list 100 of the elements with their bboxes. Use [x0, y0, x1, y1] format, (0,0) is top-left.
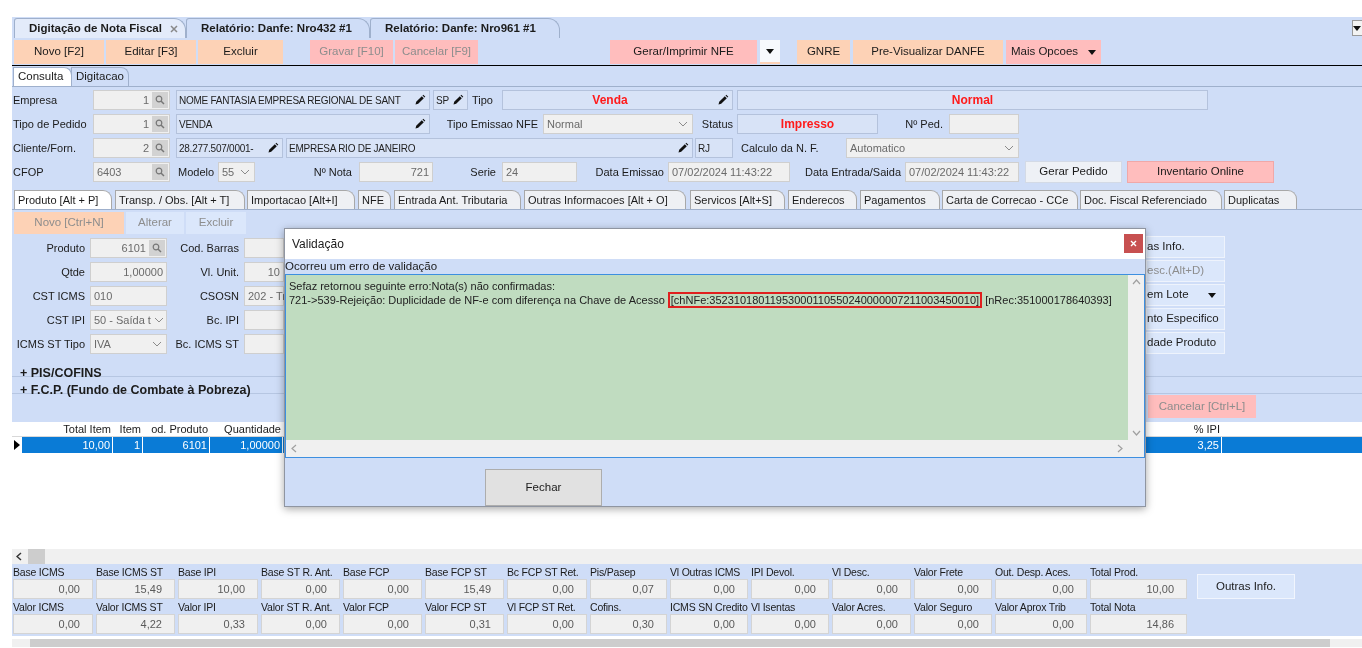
- column-header: od. Produto: [150, 422, 209, 436]
- value-field[interactable]: 0,00: [13, 579, 93, 599]
- close-button[interactable]: [1124, 234, 1143, 254]
- field-label: IPI Devol.: [751, 565, 795, 579]
- value-field[interactable]: 0,00: [343, 614, 422, 634]
- text-field[interactable]: 28.277.507/0001-: [176, 138, 283, 158]
- field-label: CST ICMS: [31, 289, 86, 304]
- pencil-icon: [452, 94, 464, 106]
- table-cell: 1,00000: [210, 437, 283, 453]
- item-tab[interactable]: Carta de Correcao - CCe: [942, 190, 1078, 209]
- value-field[interactable]: 0,00: [832, 614, 911, 634]
- fechar-button[interactable]: Fechar: [485, 469, 602, 506]
- item-tab[interactable]: Outras Informacoes [Alt + O]: [524, 190, 686, 209]
- item-tab[interactable]: NFE: [358, 190, 391, 209]
- value-field[interactable]: 0,00: [13, 614, 93, 634]
- field-label: Total Prod.: [1090, 565, 1138, 579]
- table-cell: 1: [113, 437, 143, 453]
- field-label: CSOSN: [198, 289, 240, 304]
- text-field[interactable]: VENDA: [176, 114, 430, 134]
- field-label: CFOP: [13, 165, 45, 180]
- field-label: Nº Ped.: [904, 117, 944, 132]
- value-field[interactable]: 0,00: [832, 579, 911, 599]
- value-field[interactable]: 0,33: [178, 614, 258, 634]
- field-label: ICMS SN Credito: [670, 600, 748, 614]
- text-field[interactable]: SP: [433, 90, 468, 110]
- toolbar-button[interactable]: Novo [F2]: [14, 40, 104, 64]
- dialog-heading: Ocorreu um erro de validação: [285, 259, 438, 273]
- item-tab[interactable]: Produto [Alt + P]: [14, 190, 112, 209]
- outras-info-button[interactable]: Outras Info.: [1197, 574, 1295, 599]
- value-field[interactable]: 0,30: [590, 614, 667, 634]
- dropdown-button[interactable]: [760, 40, 780, 64]
- value-field[interactable]: 10,00: [1090, 579, 1187, 599]
- field-label: Vl Isentas: [751, 600, 796, 614]
- value-field[interactable]: 0,00: [670, 614, 748, 634]
- value-field[interactable]: 15,49: [96, 579, 175, 599]
- document-tab[interactable]: Digitação de Nota Fiscal: [14, 18, 186, 38]
- search-icon: [152, 243, 162, 253]
- value-field[interactable]: 0,00: [670, 579, 748, 599]
- tab-list-button[interactable]: [1352, 20, 1362, 36]
- value-field[interactable]: 0,00: [507, 579, 587, 599]
- message-box[interactable]: [285, 273, 1145, 459]
- view-tab[interactable]: Consulta: [13, 67, 72, 86]
- value-field[interactable]: 4,22: [96, 614, 175, 634]
- horizontal-scrollbar[interactable]: [12, 549, 1362, 564]
- toolbar-button[interactable]: Pre-Visualizar DANFE: [853, 40, 1003, 64]
- value-field[interactable]: 0,00: [261, 579, 340, 599]
- column-header: Total Item: [62, 422, 112, 436]
- value-field[interactable]: 0,00: [261, 614, 340, 634]
- item-tab[interactable]: Doc. Fiscal Referenciado: [1080, 190, 1222, 209]
- section-header[interactable]: + F.C.P. (Fundo de Combate à Pobreza): [20, 383, 251, 397]
- field-label: Empresa: [13, 93, 59, 108]
- value-field[interactable]: 0,00: [995, 614, 1087, 634]
- value-field[interactable]: 14,86: [1090, 614, 1187, 634]
- item-tab[interactable]: Entrada Ant. Tributaria: [394, 190, 521, 209]
- chevron-down-icon: [1004, 145, 1014, 151]
- chevron-right-icon: [1117, 444, 1123, 454]
- field-label: Valor IPI: [178, 600, 216, 614]
- value-field[interactable]: 0,00: [343, 579, 422, 599]
- value-field[interactable]: 10,00: [178, 579, 258, 599]
- value-field[interactable]: 0,00: [995, 579, 1087, 599]
- toolbar-button[interactable]: Mais Opcoes: [1006, 40, 1101, 64]
- side-button[interactable]: nto Especifico: [1146, 308, 1225, 330]
- action-button[interactable]: Inventario Online: [1127, 160, 1274, 183]
- value-field[interactable]: 15,49: [425, 579, 504, 599]
- value-field[interactable]: 0,00: [507, 614, 587, 634]
- pencil-icon: [267, 142, 279, 154]
- column-header: Quantidade: [223, 422, 282, 436]
- text-field[interactable]: NOME FANTASIA EMPRESA REGIONAL DE SANT: [176, 90, 430, 110]
- side-button[interactable]: dade Produto: [1146, 332, 1225, 354]
- item-tab[interactable]: Servicos [Alt+S]: [690, 190, 785, 209]
- field-label: Tipo Emissao NFE: [445, 117, 539, 132]
- view-tab[interactable]: Digitacao: [71, 67, 129, 86]
- value-field[interactable]: 0,07: [590, 579, 667, 599]
- item-tab[interactable]: Enderecos: [788, 190, 857, 209]
- text-field[interactable]: EMPRESA RIO DE JANEIRO: [286, 138, 693, 158]
- scrollbar-thumb[interactable]: [28, 549, 45, 564]
- item-tab[interactable]: Transp. / Obs. [Alt + T]: [115, 190, 245, 209]
- value-field[interactable]: 0,00: [751, 614, 829, 634]
- toolbar-button[interactable]: GNRE: [797, 40, 850, 64]
- item-tab[interactable]: Importacao [Alt+I]: [247, 190, 355, 209]
- document-tab[interactable]: Relatório: Danfe: Nro961 #1: [370, 18, 560, 38]
- field-label: Base FCP ST: [425, 565, 487, 579]
- item-tab[interactable]: Duplicatas: [1224, 190, 1297, 209]
- close-icon: [1130, 240, 1137, 248]
- field-label: Data Emissao: [594, 165, 665, 180]
- value-field[interactable]: 0,00: [751, 579, 829, 599]
- text-field[interactable]: RJ: [695, 138, 733, 158]
- side-button[interactable]: em Lote: [1146, 284, 1225, 306]
- action-button[interactable]: Gerar Pedido: [1025, 160, 1122, 183]
- value-field[interactable]: 0,00: [914, 579, 992, 599]
- toolbar-button[interactable]: Gerar/Imprimir NFE: [610, 40, 757, 64]
- toolbar-button[interactable]: Editar [F3]: [106, 40, 196, 64]
- item-tab[interactable]: Pagamentos: [860, 190, 940, 209]
- value-field[interactable]: 0,31: [425, 614, 504, 634]
- search-icon: [155, 95, 165, 105]
- toolbar-button[interactable]: Excluir: [198, 40, 283, 64]
- document-tab[interactable]: Relatório: Danfe: Nro432 #1: [186, 18, 370, 38]
- side-button[interactable]: as Info.: [1146, 236, 1225, 258]
- value-field[interactable]: 0,00: [914, 614, 992, 634]
- section-header[interactable]: + PIS/COFINS: [20, 366, 102, 380]
